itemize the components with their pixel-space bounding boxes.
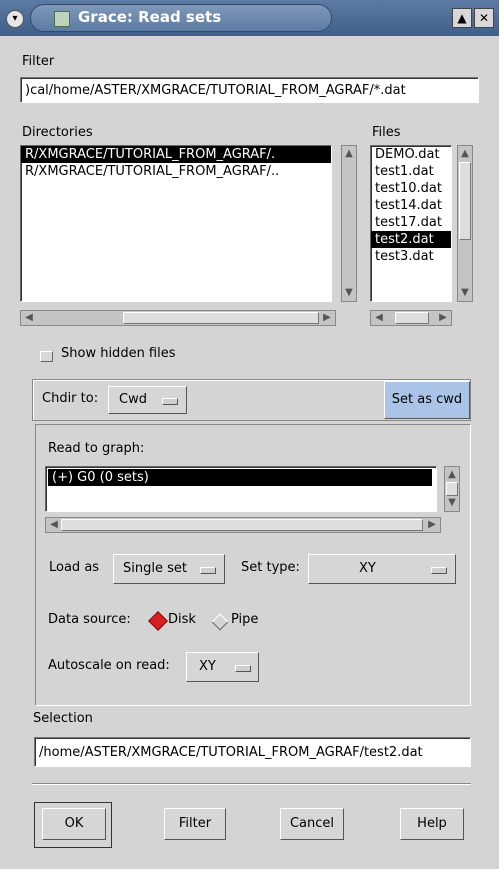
filter-button[interactable]: Filter bbox=[164, 808, 226, 840]
scroll-right-icon[interactable]: ▶ bbox=[320, 311, 334, 325]
set-type-option-menu[interactable]: XY bbox=[308, 554, 456, 584]
graph-list[interactable]: (+) G0 (0 sets) bbox=[45, 466, 437, 512]
files-hscrollbar[interactable]: ◀ ▶ bbox=[370, 310, 452, 326]
separator bbox=[32, 783, 471, 785]
file-list-item[interactable]: test2.dat bbox=[371, 231, 451, 248]
file-list-item[interactable]: test3.dat bbox=[371, 248, 451, 265]
close-icon[interactable]: ✕ bbox=[474, 8, 494, 28]
scroll-down-icon[interactable]: ▼ bbox=[458, 286, 472, 300]
files-label: Files bbox=[372, 125, 401, 140]
autoscale-value: XY bbox=[199, 659, 216, 674]
scroll-up-icon[interactable]: ▲ bbox=[445, 468, 459, 482]
directory-list-item[interactable]: R/XMGRACE/TUTORIAL_FROM_AGRAF/. bbox=[21, 146, 331, 163]
autoscale-label: Autoscale on read: bbox=[48, 658, 170, 673]
window-menu-icon[interactable]: ▾ bbox=[6, 10, 24, 28]
set-as-cwd-button[interactable]: Set as cwd bbox=[384, 381, 470, 419]
scroll-up-icon[interactable]: ▲ bbox=[342, 147, 356, 161]
graph-vscroll-thumb[interactable] bbox=[446, 482, 458, 496]
files-list[interactable]: DEMO.dat test1.dat test10.dat test14.dat tes… bbox=[370, 145, 452, 302]
ok-button[interactable]: OK bbox=[42, 808, 106, 840]
autoscale-option-menu[interactable]: XY bbox=[186, 652, 259, 682]
disk-radio-label: Disk bbox=[168, 612, 196, 627]
directories-label: Directories bbox=[22, 125, 93, 140]
maximize-icon[interactable]: ▲ bbox=[452, 8, 472, 28]
filter-label: Filter bbox=[22, 54, 55, 69]
scroll-right-icon[interactable]: ▶ bbox=[425, 518, 439, 532]
show-hidden-checkbox[interactable] bbox=[40, 351, 53, 362]
scroll-right-icon[interactable]: ▶ bbox=[436, 311, 450, 325]
app-icon bbox=[54, 11, 70, 27]
option-menu-indicator-icon bbox=[200, 567, 216, 574]
read-sets-dialog: ▾ Grace: Read sets ▲ ✕ Filter Directorie… bbox=[0, 0, 499, 869]
chdir-option-menu[interactable]: Cwd bbox=[108, 386, 187, 414]
directories-list[interactable]: R/XMGRACE/TUTORIAL_FROM_AGRAF/. R/XMGRACE… bbox=[20, 145, 332, 302]
load-as-label: Load as bbox=[49, 560, 100, 575]
file-list-item[interactable]: test1.dat bbox=[371, 163, 451, 180]
directories-hscroll-thumb[interactable] bbox=[123, 312, 319, 324]
graph-hscroll-thumb[interactable] bbox=[61, 519, 423, 531]
chdir-value: Cwd bbox=[119, 392, 147, 407]
graph-list-item[interactable]: (+) G0 (0 sets) bbox=[48, 469, 432, 486]
file-list-item[interactable]: test17.dat bbox=[371, 214, 451, 231]
selection-label: Selection bbox=[33, 711, 93, 726]
scroll-left-icon[interactable]: ◀ bbox=[22, 311, 36, 325]
data-source-label: Data source: bbox=[48, 612, 131, 627]
option-menu-indicator-icon bbox=[235, 665, 251, 672]
graph-vscrollbar[interactable]: ▲ ▼ bbox=[444, 466, 460, 512]
filter-field[interactable] bbox=[20, 77, 479, 103]
files-vscroll-thumb[interactable] bbox=[459, 162, 471, 240]
directories-vscrollbar[interactable]: ▲ ▼ bbox=[341, 145, 357, 302]
load-as-value: Single set bbox=[123, 561, 187, 576]
directory-list-item[interactable]: R/XMGRACE/TUTORIAL_FROM_AGRAF/.. bbox=[21, 163, 331, 180]
window-title: Grace: Read sets bbox=[78, 8, 222, 26]
chdir-label: Chdir to: bbox=[42, 391, 99, 406]
directories-hscrollbar[interactable]: ◀ ▶ bbox=[20, 310, 336, 326]
set-type-label: Set type: bbox=[241, 560, 300, 575]
option-menu-indicator-icon bbox=[162, 398, 178, 405]
read-to-graph-label: Read to graph: bbox=[48, 441, 145, 456]
graph-hscrollbar[interactable]: ◀ ▶ bbox=[45, 517, 441, 533]
filter-input[interactable] bbox=[21, 78, 478, 102]
selection-input[interactable] bbox=[35, 738, 470, 766]
file-list-item[interactable]: test10.dat bbox=[371, 180, 451, 197]
scroll-down-icon[interactable]: ▼ bbox=[342, 286, 356, 300]
help-button[interactable]: Help bbox=[400, 808, 464, 840]
pipe-radio-label: Pipe bbox=[231, 612, 259, 627]
show-hidden-label: Show hidden files bbox=[61, 346, 176, 361]
scroll-down-icon[interactable]: ▼ bbox=[445, 496, 459, 510]
selection-field[interactable] bbox=[34, 737, 471, 767]
files-vscrollbar[interactable]: ▲ ▼ bbox=[457, 145, 473, 302]
scroll-up-icon[interactable]: ▲ bbox=[458, 147, 472, 161]
load-as-option-menu[interactable]: Single set bbox=[113, 554, 225, 584]
files-hscroll-thumb[interactable] bbox=[395, 312, 429, 324]
file-list-item[interactable]: DEMO.dat bbox=[371, 146, 451, 163]
cancel-button[interactable]: Cancel bbox=[280, 808, 344, 840]
scroll-left-icon[interactable]: ◀ bbox=[47, 518, 61, 532]
option-menu-indicator-icon bbox=[431, 567, 447, 574]
set-type-value: XY bbox=[359, 561, 376, 576]
file-list-item[interactable]: test14.dat bbox=[371, 197, 451, 214]
scroll-left-icon[interactable]: ◀ bbox=[372, 311, 386, 325]
